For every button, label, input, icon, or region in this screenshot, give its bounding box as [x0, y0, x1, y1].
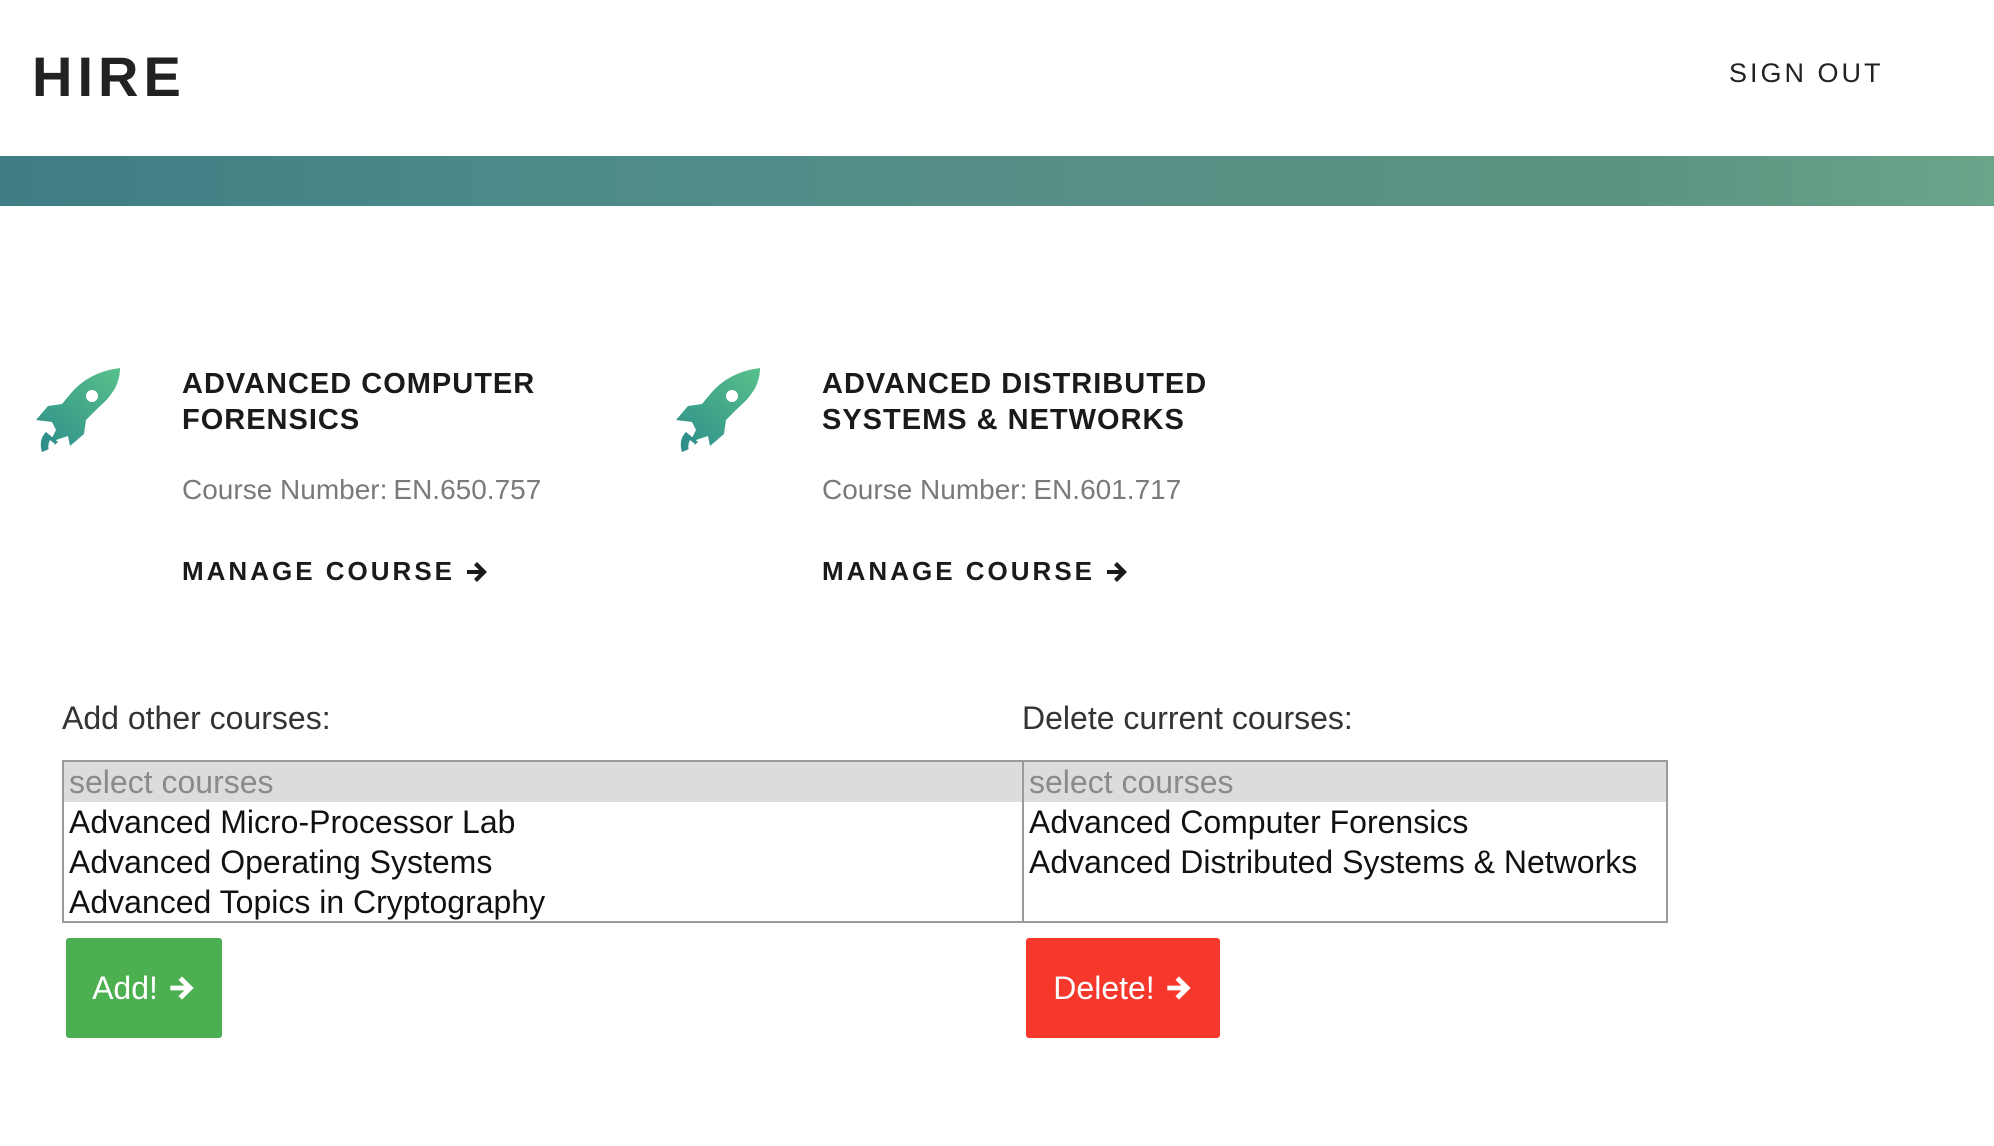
rocket-icon [36, 368, 120, 452]
course-number: Course Number: EN.601.717 [822, 474, 1181, 506]
arrow-right-icon [170, 976, 194, 1000]
delete-button-label: Delete! [1053, 969, 1155, 1006]
course-number: Course Number: EN.650.757 [182, 474, 541, 506]
manage-course-label: MANAGE COURSE [182, 556, 456, 586]
manage-course-label: MANAGE COURSE [822, 556, 1096, 586]
add-course-option[interactable]: Advanced Topics in Cryptography [64, 882, 1022, 921]
brand-logo[interactable]: HIRE [32, 44, 186, 109]
delete-courses-placeholder-option[interactable]: select courses [1024, 762, 1666, 802]
course-number-value: EN.601.717 [1033, 474, 1182, 505]
course-title: ADVANCED DISTRIBUTED SYSTEMS & NETWORKS [822, 368, 1208, 436]
course-card: ADVANCED DISTRIBUTED SYSTEMS & NETWORKS … [672, 366, 1232, 596]
manage-course-link[interactable]: MANAGE COURSE [822, 556, 1129, 587]
arrow-right-icon [1107, 561, 1128, 582]
add-courses-label: Add other courses: [62, 700, 331, 736]
add-button[interactable]: Add! [66, 938, 222, 1038]
add-courses-placeholder-option[interactable]: select courses [64, 762, 1022, 802]
top-navbar: HIRE SIGN OUT [0, 0, 1994, 156]
course-card: ADVANCED COMPUTER FORENSICS Course Numbe… [32, 366, 592, 596]
delete-courses-label: Delete current courses: [1022, 700, 1353, 736]
page: HIRE SIGN OUT ADVANCED COMPUTER FORENSIC… [0, 0, 1994, 1146]
arrow-right-icon [1167, 976, 1191, 1000]
manage-course-link[interactable]: MANAGE COURSE [182, 556, 489, 587]
course-number-label: Course Number: [182, 474, 388, 505]
sign-out-link[interactable]: SIGN OUT [1729, 58, 1884, 89]
delete-course-option[interactable]: Advanced Computer Forensics [1024, 802, 1666, 842]
add-courses-select[interactable]: select courses Advanced Micro-Processor … [62, 760, 1024, 923]
arrow-right-icon [467, 561, 488, 582]
delete-button[interactable]: Delete! [1026, 938, 1220, 1038]
delete-courses-select[interactable]: select courses Advanced Computer Forensi… [1022, 760, 1668, 923]
delete-course-option[interactable]: Advanced Distributed Systems & Networks [1024, 842, 1666, 882]
add-course-option[interactable]: Advanced Operating Systems [64, 842, 1022, 882]
add-button-label: Add! [92, 969, 158, 1006]
course-title: ADVANCED COMPUTER FORENSICS [182, 368, 536, 436]
course-number-value: EN.650.757 [393, 474, 542, 505]
rocket-icon [676, 368, 760, 452]
header-banner [0, 156, 1994, 206]
add-course-option[interactable]: Advanced Micro-Processor Lab [64, 802, 1022, 842]
course-number-label: Course Number: [822, 474, 1028, 505]
